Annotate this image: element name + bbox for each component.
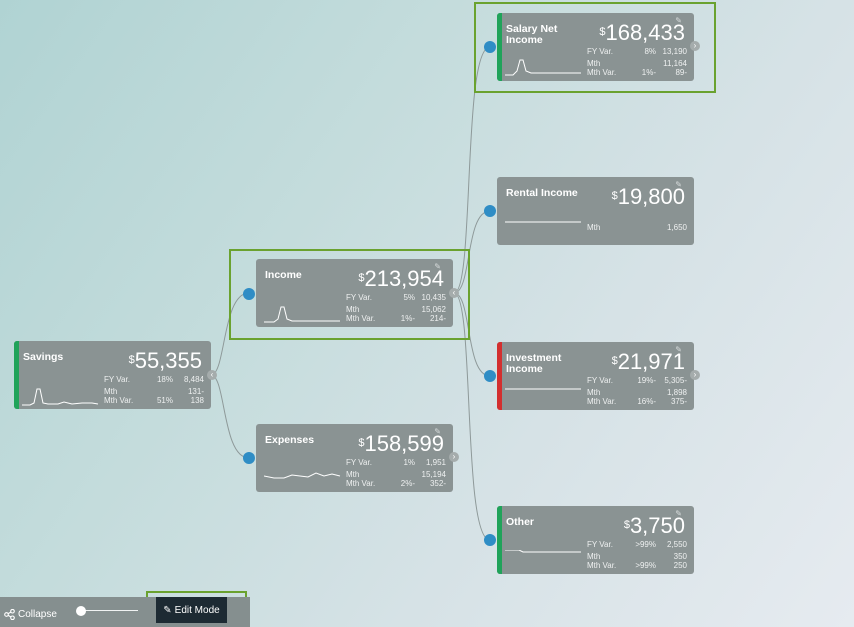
stat-row: FY Var. >99% 2,550	[587, 540, 687, 549]
card-other[interactable]: Other ✎ $3,750 FY Var. >99% 2,550 Mth 350 M…	[497, 506, 694, 574]
node-dot[interactable]	[484, 370, 496, 382]
card-amount: $3,750	[623, 513, 685, 538]
card-stats: FY Var. 18% 8,484 Mth 131- Mth Var. 51% 138	[104, 375, 204, 405]
card-title: Expenses	[265, 434, 315, 446]
stat-row: Mth 1,898	[587, 388, 687, 397]
sparkline	[505, 550, 581, 553]
pencil-icon: ✎	[163, 604, 172, 616]
connector-savings-expenses	[210, 374, 250, 459]
card-amount: $158,599	[358, 431, 444, 456]
card-title: Investment Income	[506, 352, 562, 375]
node-dot[interactable]	[484, 205, 496, 217]
stat-row: Mth 350	[587, 552, 687, 561]
share-icon	[4, 609, 15, 620]
status-bar	[497, 342, 502, 410]
status-bar	[14, 341, 19, 409]
collapse-label: Collapse	[18, 609, 57, 620]
card-amount: $19,800	[611, 184, 685, 209]
edit-mode-button[interactable]: ✎ Edit Mode	[156, 597, 227, 623]
chevron-icon[interactable]: ›	[449, 452, 459, 462]
card-investment-income[interactable]: Investment Income ✎ $21,971 FY Var. 19%- 5…	[497, 342, 694, 410]
card-amount: $55,355	[128, 348, 202, 373]
stat-row: Mth 131-	[104, 387, 204, 396]
sparkline	[264, 472, 341, 479]
card-stats: FY Var. 19%- 5,305- Mth 1,898 Mth Var. 16%- 3…	[587, 376, 687, 406]
card-rental-income[interactable]: Rental Income ✎ $19,800 Mth 1,650	[497, 177, 694, 245]
highlight-box	[474, 2, 716, 93]
stat-row: Mth Var. >99% 250	[587, 561, 687, 570]
node-dot[interactable]	[484, 534, 496, 546]
card-savings[interactable]: Savings $55,355 FY Var. 18% 8,484 Mth 131- …	[14, 341, 211, 409]
stat-row: Mth 15,194	[346, 470, 446, 479]
card-title: Other	[506, 516, 535, 528]
edit-mode-label: Edit Mode	[174, 604, 220, 616]
zoom-slider-thumb[interactable]	[76, 606, 86, 616]
stat-row: Mth Var. 51% 138	[104, 396, 204, 405]
card-title: Savings	[23, 351, 64, 363]
sparkline	[505, 388, 581, 390]
stat-row: FY Var. 1% 1,951	[346, 458, 446, 467]
node-dot[interactable]	[243, 452, 255, 464]
sparkline	[22, 388, 99, 406]
card-amount: $21,971	[611, 349, 685, 374]
card-stats: FY Var. 1% 1,951 Mth 15,194 Mth Var. 2%- 352-	[346, 458, 446, 488]
highlight-box	[229, 249, 470, 340]
stat-row: Mth Var. 16%- 375-	[587, 397, 687, 406]
status-bar	[497, 506, 502, 574]
card-stats: FY Var. >99% 2,550 Mth 350 Mth Var. >99% 250	[587, 540, 687, 570]
stat-row: Mth Var. 2%- 352-	[346, 479, 446, 488]
card-expenses[interactable]: Expenses ✎ $158,599 FY Var. 1% 1,951 Mth 15…	[256, 424, 453, 492]
stat-row: FY Var. 18% 8,484	[104, 375, 204, 384]
chevron-icon[interactable]: ‹	[207, 370, 217, 380]
sparkline	[505, 221, 581, 223]
stat-row: FY Var. 19%- 5,305-	[587, 376, 687, 385]
chevron-icon[interactable]: ›	[690, 370, 700, 380]
card-stats: Mth 1,650	[587, 223, 687, 232]
collapse-button[interactable]: Collapse	[4, 609, 57, 620]
stat-row: Mth 1,650	[587, 223, 687, 232]
zoom-slider-track[interactable]	[80, 610, 138, 611]
